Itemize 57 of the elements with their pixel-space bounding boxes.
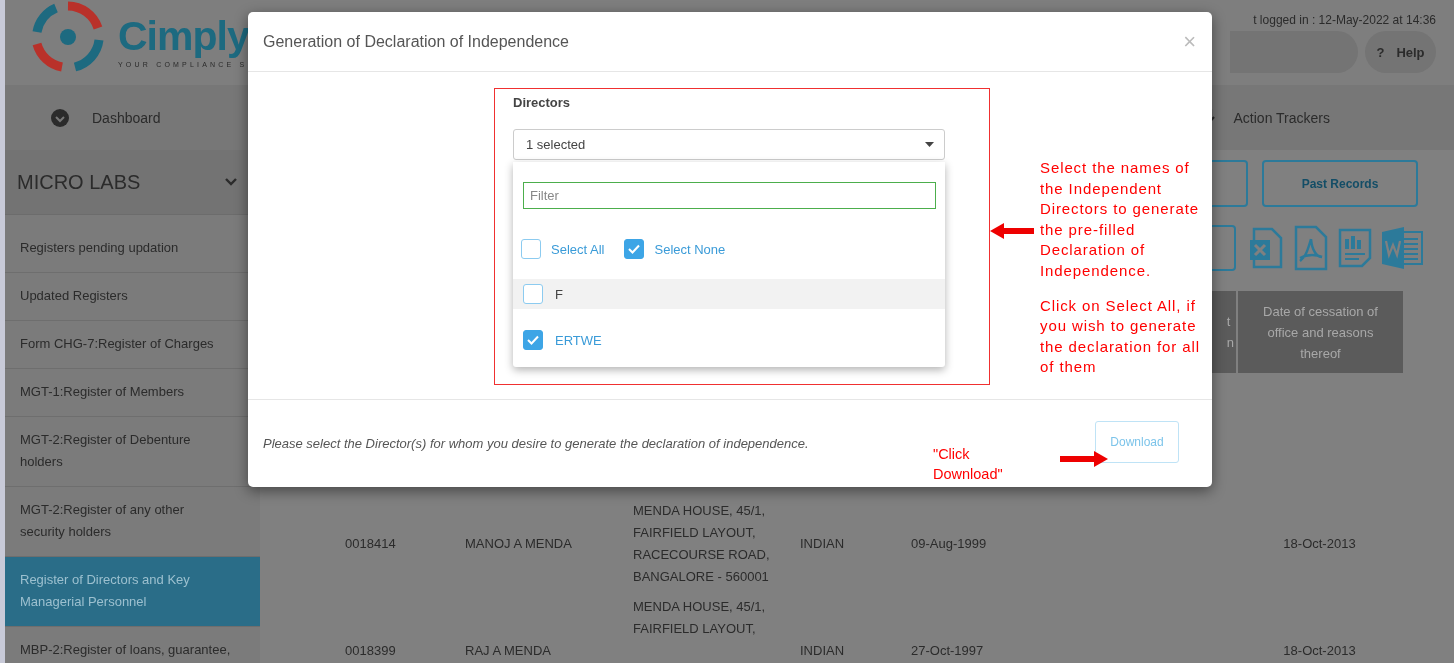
annotation-text: Click on Select All, if you wish to generate the declaration for all of them (1040, 295, 1201, 378)
checkbox[interactable] (624, 239, 645, 259)
past-records-button[interactable]: Past Records (1262, 160, 1418, 207)
table-cell-text: 0018414 (344, 535, 397, 553)
table-cell-text: 27-Oct-1997 (910, 642, 985, 660)
spreadsheet-icon[interactable] (1248, 226, 1284, 270)
column-header: Date of cessation of office and reasons thereof (1238, 291, 1403, 373)
checkbox[interactable] (521, 239, 541, 259)
table-cell-text: 0018399 (344, 642, 397, 660)
word-icon[interactable] (1382, 226, 1424, 270)
checkbox[interactable] (523, 330, 543, 350)
check-icon (526, 333, 540, 347)
directors-dropdown[interactable]: 1 selected (513, 129, 945, 160)
table-cell-text: MANOJ A MENDA (464, 535, 573, 553)
table-cell-text: INDIAN (799, 535, 846, 553)
table-cell-text: 09-Aug-1999 (910, 535, 988, 553)
dashboard-icon (50, 107, 70, 128)
option-row[interactable]: ERTWE (513, 325, 945, 355)
table-cell-text: 18-Oct-2013 (1282, 642, 1357, 660)
chart-document-icon[interactable] (1338, 228, 1372, 268)
nav-link[interactable]: Action Trackers (1233, 109, 1330, 126)
caret-icon (925, 142, 934, 147)
address-line: BANGALORE - 560001 (633, 568, 770, 586)
sidebar-item[interactable]: Register of Directors and Key Managerial Personnel (5, 557, 260, 627)
nav-link[interactable]: Dashboard (92, 109, 161, 126)
checkbox[interactable] (523, 284, 543, 304)
close-button[interactable]: × (1183, 28, 1196, 55)
address-line: FAIRFIELD LAYOUT, (633, 524, 757, 542)
annotation-text: "Click Download" (933, 445, 1004, 484)
option-row[interactable]: F (513, 279, 945, 309)
column-header: t n (1210, 291, 1236, 373)
logo-icon (30, 0, 106, 72)
address-line: MENDA HOUSE, 45/1, (633, 598, 766, 616)
option-label[interactable]: Select None (654, 241, 726, 257)
dialog-title: Generation of Declaration of Independence (263, 32, 569, 51)
check-icon (627, 242, 642, 256)
help-button[interactable]: ? Help (1365, 31, 1436, 73)
field-label: Directors (513, 95, 571, 110)
arrow-left-icon (990, 223, 1034, 239)
address-line: MENDA HOUSE, 45/1, (633, 502, 767, 520)
address-line: FAIRFIELD LAYOUT, (633, 620, 757, 638)
address-line: RACECOURSE ROAD, (633, 546, 770, 564)
annotation-text: Select the names of the Independent Directors to generate the pre-filled Declaration of Independence. (1040, 158, 1200, 281)
option-label[interactable]: Select All (551, 241, 605, 257)
chevron-down-icon[interactable] (224, 177, 238, 187)
company-name[interactable]: MICRO LABS (17, 170, 141, 194)
arrow-right-icon (1060, 451, 1108, 467)
pdf-icon[interactable] (1294, 225, 1328, 271)
filter-field[interactable]: Filter (523, 182, 936, 209)
sidebar-item[interactable]: MBP-2:Register of loans, guarantee, (5, 627, 260, 663)
table-cell-text: INDIAN (799, 642, 846, 660)
table-cell-text: RAJ A MENDA (464, 642, 552, 660)
table-cell-text: 18-Oct-2013 (1282, 535, 1357, 553)
instruction-text: Please select the Director(s) for whom you desire to generate the declaration of independence. (263, 436, 809, 451)
logo-text: Cimply (118, 11, 249, 61)
download-button[interactable]: Download (1095, 420, 1179, 463)
last-login-text: t logged in : 12-May-2022 at 14:36 (1253, 13, 1436, 27)
